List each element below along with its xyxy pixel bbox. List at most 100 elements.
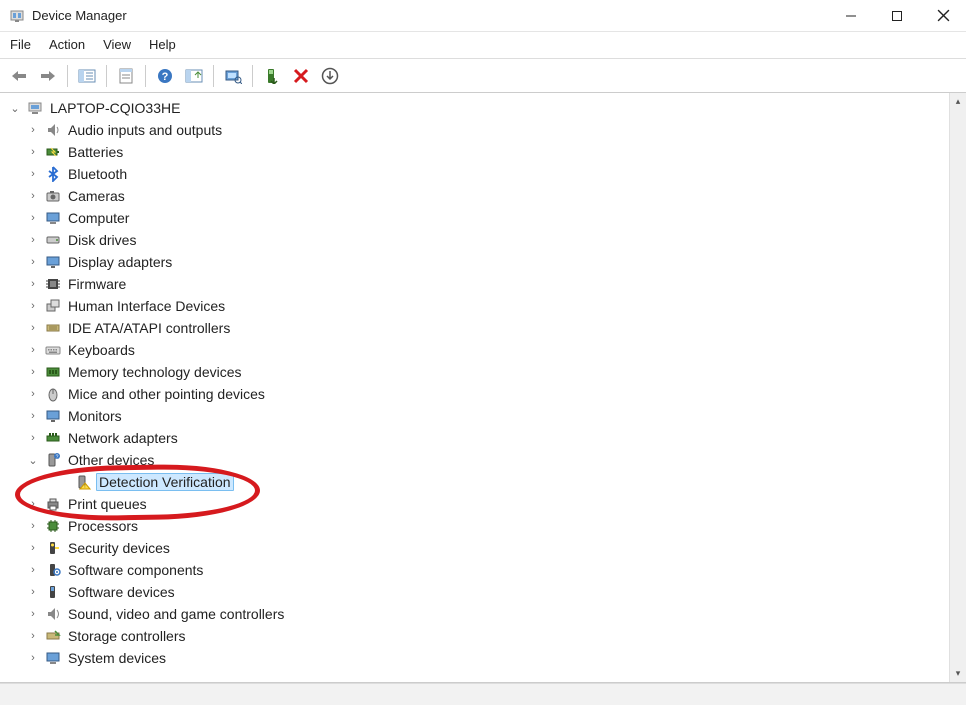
chevron-right-icon[interactable]: ›: [26, 542, 40, 554]
add-legacy-button[interactable]: [317, 63, 343, 89]
help-button[interactable]: ?: [152, 63, 178, 89]
tree-item[interactable]: ⌄?Other devices: [8, 449, 966, 471]
enable-device-button[interactable]: [259, 63, 285, 89]
chevron-down-icon[interactable]: ⌄: [8, 102, 22, 115]
uninstall-button[interactable]: [288, 63, 314, 89]
tree-item[interactable]: ›Batteries: [8, 141, 966, 163]
tree-item[interactable]: › Network adapters: [8, 427, 966, 449]
tree-item[interactable]: › Keyboards: [8, 339, 966, 361]
chevron-right-icon[interactable]: ›: [26, 388, 40, 400]
chevron-right-icon[interactable]: ›: [26, 520, 40, 532]
computer-icon: [44, 209, 62, 227]
chevron-right-icon[interactable]: ›: [26, 586, 40, 598]
tree-item[interactable]: › Print queues: [8, 493, 966, 515]
chevron-right-icon[interactable]: ›: [26, 366, 40, 378]
chevron-right-icon[interactable]: ›: [26, 344, 40, 356]
chevron-right-icon[interactable]: ›: [26, 278, 40, 290]
menu-help[interactable]: Help: [149, 37, 176, 52]
tree-item-label: Print queues: [66, 496, 149, 512]
menu-file[interactable]: File: [10, 37, 31, 52]
device-tree[interactable]: ⌄ LAPTOP-CQIO33HE › Audio inputs and outp…: [0, 93, 966, 669]
toolbar-separator: [67, 65, 68, 87]
tree-item[interactable]: › Software components: [8, 559, 966, 581]
minimize-button[interactable]: [828, 0, 874, 32]
window-title: Device Manager: [32, 8, 127, 23]
storage-icon: [44, 627, 62, 645]
chevron-right-icon[interactable]: ›: [26, 300, 40, 312]
tree-item[interactable]: ›Security devices: [8, 537, 966, 559]
camera-icon: [44, 187, 62, 205]
back-button[interactable]: [6, 63, 32, 89]
tree-item-label: Software components: [66, 562, 205, 578]
tree-item[interactable]: › Audio inputs and outputs: [8, 119, 966, 141]
chevron-right-icon[interactable]: ›: [26, 498, 40, 510]
tree-item-label: Computer: [66, 210, 131, 226]
chevron-right-icon[interactable]: ›: [26, 256, 40, 268]
chevron-down-icon[interactable]: ⌄: [26, 454, 40, 467]
content-area: ⌄ LAPTOP-CQIO33HE › Audio inputs and outp…: [0, 93, 966, 683]
tree-item[interactable]: ›Human Interface Devices: [8, 295, 966, 317]
menubar: File Action View Help: [0, 32, 966, 59]
chevron-right-icon[interactable]: ›: [26, 124, 40, 136]
svg-text:!: !: [84, 484, 85, 490]
chevron-right-icon[interactable]: ›: [26, 630, 40, 642]
chevron-right-icon[interactable]: ›: [26, 652, 40, 664]
tree-item[interactable]: ›Sound, video and game controllers: [8, 603, 966, 625]
swcomp-icon: [44, 561, 62, 579]
properties-button[interactable]: [113, 63, 139, 89]
tree-item[interactable]: ›Mice and other pointing devices: [8, 383, 966, 405]
show-hide-tree-button[interactable]: [74, 63, 100, 89]
sound-icon: [44, 605, 62, 623]
chevron-right-icon[interactable]: ›: [26, 608, 40, 620]
tree-item[interactable]: ›Processors: [8, 515, 966, 537]
chevron-right-icon[interactable]: ›: [26, 234, 40, 246]
monitor-icon: [44, 407, 62, 425]
update-driver-button[interactable]: [181, 63, 207, 89]
vertical-scrollbar[interactable]: ▴ ▾: [949, 93, 966, 682]
tree-item[interactable]: › Computer: [8, 207, 966, 229]
tree-item-label: Keyboards: [66, 342, 137, 358]
scroll-down-icon[interactable]: ▾: [950, 665, 966, 682]
scroll-up-icon[interactable]: ▴: [950, 93, 966, 110]
chevron-right-icon[interactable]: ›: [26, 168, 40, 180]
close-button[interactable]: [920, 0, 966, 32]
tree-item-label: Audio inputs and outputs: [66, 122, 224, 138]
tree-item[interactable]: ›Firmware: [8, 273, 966, 295]
tree-item-label: Display adapters: [66, 254, 174, 270]
tree-item[interactable]: › Display adapters: [8, 251, 966, 273]
tree-item-label: Storage controllers: [66, 628, 188, 644]
tree-item[interactable]: › Software devices: [8, 581, 966, 603]
keyboard-icon: [44, 341, 62, 359]
tree-item[interactable]: ›System devices: [8, 647, 966, 669]
tree-item[interactable]: ›Cameras: [8, 185, 966, 207]
battery-icon: [44, 143, 62, 161]
processor-icon: [44, 517, 62, 535]
tree-child-item[interactable]: !Detection Verification: [8, 471, 966, 493]
tree-item-label: Software devices: [66, 584, 177, 600]
tree-root-label: LAPTOP-CQIO33HE: [48, 100, 182, 116]
chevron-right-icon[interactable]: ›: [26, 146, 40, 158]
computer-icon: [26, 99, 44, 117]
printer-icon: [44, 495, 62, 513]
tree-item[interactable]: ›Monitors: [8, 405, 966, 427]
tree-root[interactable]: ⌄ LAPTOP-CQIO33HE: [8, 97, 966, 119]
scan-button[interactable]: [220, 63, 246, 89]
tree-item[interactable]: ›IDE ATA/ATAPI controllers: [8, 317, 966, 339]
tree-item[interactable]: ›Disk drives: [8, 229, 966, 251]
tree-item[interactable]: ›Memory technology devices: [8, 361, 966, 383]
chevron-right-icon[interactable]: ›: [26, 322, 40, 334]
maximize-button[interactable]: [874, 0, 920, 32]
forward-button[interactable]: [35, 63, 61, 89]
firmware-icon: [44, 275, 62, 293]
tree-item[interactable]: › Storage controllers: [8, 625, 966, 647]
menu-view[interactable]: View: [103, 37, 131, 52]
chevron-right-icon[interactable]: ›: [26, 212, 40, 224]
chevron-right-icon[interactable]: ›: [26, 564, 40, 576]
tree-item[interactable]: ›Bluetooth: [8, 163, 966, 185]
menu-action[interactable]: Action: [49, 37, 85, 52]
chevron-right-icon[interactable]: ›: [26, 190, 40, 202]
bluetooth-icon: [44, 165, 62, 183]
tree-item-label: Network adapters: [66, 430, 180, 446]
chevron-right-icon[interactable]: ›: [26, 410, 40, 422]
chevron-right-icon[interactable]: ›: [26, 432, 40, 444]
